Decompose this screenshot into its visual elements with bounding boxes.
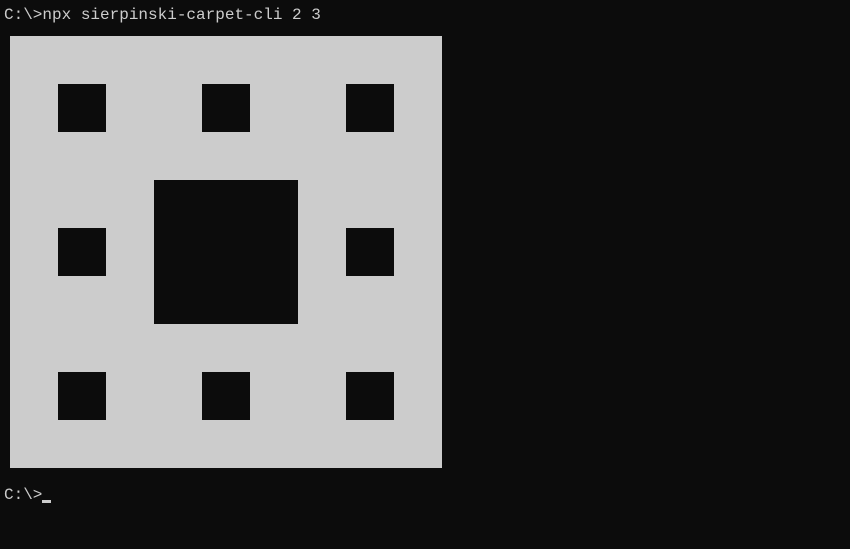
carpet-cell — [106, 372, 154, 420]
prompt-line[interactable]: C:\> — [4, 486, 846, 504]
carpet-cell — [394, 420, 442, 468]
carpet-cell — [202, 132, 250, 180]
prompt-prefix: C:\> — [4, 6, 42, 24]
carpet-cell — [346, 372, 394, 420]
carpet-cell — [394, 84, 442, 132]
carpet-cell — [202, 180, 250, 228]
carpet-cell — [58, 84, 106, 132]
carpet-cell — [250, 420, 298, 468]
carpet-cell — [394, 228, 442, 276]
carpet-cell — [154, 84, 202, 132]
carpet-cell — [250, 180, 298, 228]
carpet-cell — [394, 180, 442, 228]
carpet-cell — [58, 180, 106, 228]
carpet-cell — [10, 180, 58, 228]
carpet-cell — [202, 276, 250, 324]
carpet-cell — [298, 180, 346, 228]
carpet-cell — [154, 180, 202, 228]
carpet-cell — [346, 36, 394, 84]
carpet-cell — [298, 372, 346, 420]
carpet-cell — [346, 276, 394, 324]
carpet-cell — [10, 372, 58, 420]
carpet-cell — [250, 36, 298, 84]
carpet-cell — [202, 420, 250, 468]
carpet-cell — [250, 276, 298, 324]
carpet-cell — [394, 36, 442, 84]
carpet-cell — [346, 84, 394, 132]
carpet-cell — [10, 228, 58, 276]
carpet-cell — [298, 84, 346, 132]
carpet-cell — [58, 228, 106, 276]
carpet-cell — [106, 132, 154, 180]
carpet-cell — [106, 276, 154, 324]
carpet-cell — [154, 276, 202, 324]
carpet-cell — [250, 324, 298, 372]
carpet-cell — [154, 324, 202, 372]
carpet-cell — [298, 36, 346, 84]
carpet-cell — [58, 324, 106, 372]
carpet-cell — [10, 84, 58, 132]
carpet-cell — [154, 132, 202, 180]
carpet-cell — [346, 132, 394, 180]
carpet-cell — [58, 276, 106, 324]
carpet-cell — [202, 228, 250, 276]
carpet-cell — [10, 36, 58, 84]
carpet-cell — [250, 132, 298, 180]
carpet-cell — [106, 84, 154, 132]
carpet-cell — [202, 36, 250, 84]
carpet-cell — [394, 324, 442, 372]
carpet-cell — [154, 420, 202, 468]
typed-command: npx sierpinski-carpet-cli 2 3 — [42, 6, 320, 24]
carpet-cell — [106, 180, 154, 228]
carpet-cell — [10, 132, 58, 180]
carpet-cell — [58, 36, 106, 84]
carpet-cell — [202, 324, 250, 372]
carpet-cell — [106, 420, 154, 468]
cursor-icon — [42, 500, 51, 503]
carpet-cell — [298, 228, 346, 276]
carpet-cell — [10, 276, 58, 324]
command-line: C:\>npx sierpinski-carpet-cli 2 3 — [4, 6, 846, 24]
sierpinski-carpet-output — [10, 36, 846, 468]
carpet-cell — [154, 372, 202, 420]
carpet-cell — [58, 420, 106, 468]
carpet-cell — [394, 372, 442, 420]
carpet-cell — [298, 132, 346, 180]
carpet-cell — [106, 36, 154, 84]
carpet-cell — [346, 420, 394, 468]
carpet-cell — [58, 372, 106, 420]
carpet-cell — [394, 276, 442, 324]
carpet-cell — [394, 132, 442, 180]
carpet-cell — [202, 372, 250, 420]
prompt-prefix: C:\> — [4, 486, 42, 504]
carpet-cell — [346, 324, 394, 372]
carpet-cell — [250, 372, 298, 420]
carpet-cell — [298, 324, 346, 372]
carpet-cell — [154, 36, 202, 84]
carpet-cell — [154, 228, 202, 276]
carpet-cell — [346, 180, 394, 228]
carpet-cell — [106, 228, 154, 276]
carpet-cell — [250, 228, 298, 276]
carpet-cell — [298, 420, 346, 468]
carpet-cell — [58, 132, 106, 180]
carpet-cell — [106, 324, 154, 372]
carpet-cell — [346, 228, 394, 276]
carpet-cell — [298, 276, 346, 324]
carpet-cell — [10, 324, 58, 372]
carpet-cell — [202, 84, 250, 132]
carpet-cell — [250, 84, 298, 132]
carpet-cell — [10, 420, 58, 468]
